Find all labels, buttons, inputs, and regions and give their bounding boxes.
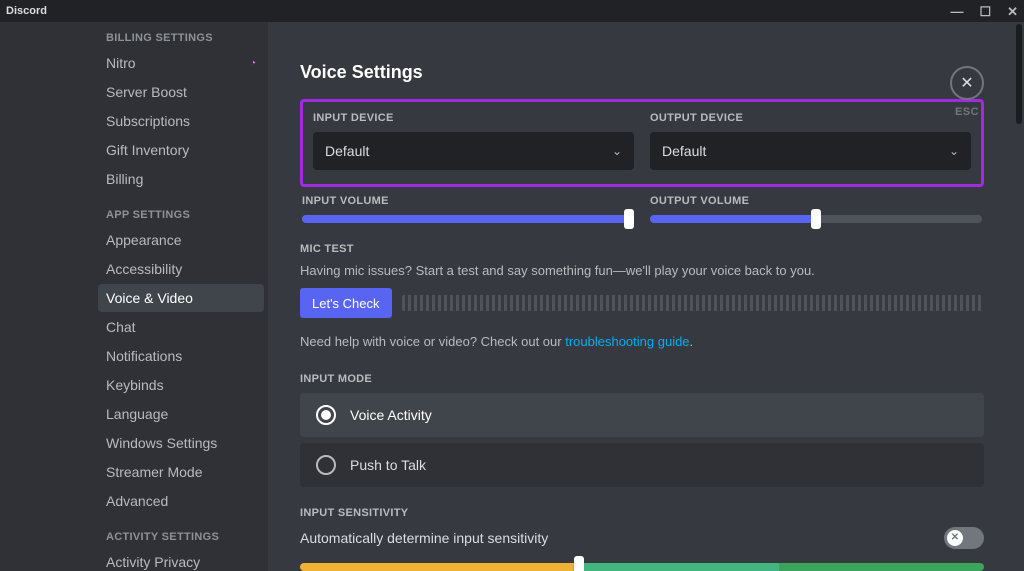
chevron-down-icon: ⌄ xyxy=(612,144,622,158)
device-highlight-box: INPUT DEVICE Default ⌄ OUTPUT DEVICE Def… xyxy=(300,99,984,187)
input-volume-slider[interactable] xyxy=(302,215,634,223)
mic-test-button[interactable]: Let's Check xyxy=(300,288,392,318)
input-mode-push-to-talk[interactable]: Push to Talk xyxy=(300,443,984,487)
sidebar-header-activity: ACTIVITY SETTINGS xyxy=(98,525,268,547)
sidebar-item-label: Server Boost xyxy=(106,84,187,100)
sidebar-item-subscriptions[interactable]: Subscriptions xyxy=(98,107,264,135)
titlebar-controls: — ☐ ✕ xyxy=(950,5,1018,18)
sidebar-item-language[interactable]: Language xyxy=(98,400,264,428)
scrollbar[interactable] xyxy=(1016,24,1022,124)
nitro-badge-icon: ◔ xyxy=(250,58,256,69)
sidebar-item-appearance[interactable]: Appearance xyxy=(98,226,264,254)
sidebar-item-label: Keybinds xyxy=(106,377,164,393)
page-title: Voice Settings xyxy=(300,62,984,83)
maximize-icon[interactable]: ☐ xyxy=(979,5,991,18)
sidebar-header-app: APP SETTINGS xyxy=(98,203,268,225)
sidebar-item-nitro[interactable]: Nitro ◔ xyxy=(98,49,264,77)
output-volume-label: OUTPUT VOLUME xyxy=(650,195,982,207)
input-device-label: INPUT DEVICE xyxy=(313,112,634,124)
radio-unselected-icon xyxy=(316,455,336,475)
toggle-knob: ✕ xyxy=(947,530,963,546)
input-volume-label: INPUT VOLUME xyxy=(302,195,634,207)
sidebar-item-chat[interactable]: Chat xyxy=(98,313,264,341)
sidebar-item-gift-inventory[interactable]: Gift Inventory xyxy=(98,136,264,164)
sidebar-item-accessibility[interactable]: Accessibility xyxy=(98,255,264,283)
chevron-down-icon: ⌄ xyxy=(949,144,959,158)
sidebar-item-label: Accessibility xyxy=(106,261,182,277)
sidebar-item-label: Notifications xyxy=(106,348,182,364)
sidebar-item-label: Language xyxy=(106,406,168,422)
sidebar-item-label: Gift Inventory xyxy=(106,142,189,158)
sidebar-header-billing: BILLING SETTINGS xyxy=(98,26,268,48)
sidebar-item-label: Activity Privacy xyxy=(106,554,200,570)
mic-test-description: Having mic issues? Start a test and say … xyxy=(300,263,984,278)
sidebar-item-notifications[interactable]: Notifications xyxy=(98,342,264,370)
close-icon[interactable]: ✕ xyxy=(1007,5,1018,18)
input-mode-label: INPUT MODE xyxy=(300,373,984,385)
help-text: Need help with voice or video? Check out… xyxy=(300,334,984,349)
output-volume-slider[interactable] xyxy=(650,215,982,223)
sidebar-item-label: Streamer Mode xyxy=(106,464,202,480)
close-settings-button[interactable]: ✕ xyxy=(950,66,984,100)
content: Voice Settings ✕ ESC INPUT DEVICE Defaul… xyxy=(268,22,1024,571)
input-device-select[interactable]: Default ⌄ xyxy=(313,132,634,170)
output-device-select[interactable]: Default ⌄ xyxy=(650,132,971,170)
sidebar-item-billing[interactable]: Billing xyxy=(98,165,264,193)
sidebar-item-label: Billing xyxy=(106,171,143,187)
mode-label: Voice Activity xyxy=(350,407,432,423)
radio-selected-icon xyxy=(316,405,336,425)
esc-label: ESC xyxy=(950,106,984,118)
mic-level-meter xyxy=(402,295,984,311)
sidebar-item-label: Appearance xyxy=(106,232,182,248)
slider-thumb[interactable] xyxy=(624,209,634,229)
sidebar-item-windows-settings[interactable]: Windows Settings xyxy=(98,429,264,457)
troubleshooting-link[interactable]: troubleshooting guide xyxy=(565,334,689,349)
sidebar-item-server-boost[interactable]: Server Boost xyxy=(98,78,264,106)
sidebar-item-voice-video[interactable]: Voice & Video xyxy=(98,284,264,312)
sidebar-item-label: Voice & Video xyxy=(106,290,193,306)
sidebar-item-label: Windows Settings xyxy=(106,435,217,451)
mic-test-label: MIC TEST xyxy=(300,243,984,255)
output-device-label: OUTPUT DEVICE xyxy=(650,112,971,124)
input-sensitivity-label: INPUT SENSITIVITY xyxy=(300,507,984,519)
sidebar-item-advanced[interactable]: Advanced xyxy=(98,487,264,515)
slider-thumb[interactable] xyxy=(811,209,821,229)
minimize-icon[interactable]: — xyxy=(950,5,963,18)
x-icon: ✕ xyxy=(951,533,959,543)
sidebar-item-label: Advanced xyxy=(106,493,168,509)
app-name: Discord xyxy=(6,5,47,17)
sidebar-item-keybinds[interactable]: Keybinds xyxy=(98,371,264,399)
sidebar-item-label: Nitro xyxy=(106,55,136,71)
input-device-value: Default xyxy=(325,143,369,159)
sidebar-item-label: Chat xyxy=(106,319,136,335)
sidebar: BILLING SETTINGS Nitro ◔ Server Boost Su… xyxy=(98,22,268,571)
sensitivity-slider[interactable] xyxy=(300,563,984,571)
auto-sensitivity-toggle[interactable]: ✕ xyxy=(944,527,984,549)
auto-sensitivity-label: Automatically determine input sensitivit… xyxy=(300,530,548,546)
output-device-value: Default xyxy=(662,143,706,159)
sidebar-gutter xyxy=(0,22,98,571)
sidebar-item-label: Subscriptions xyxy=(106,113,190,129)
sidebar-item-activity-privacy[interactable]: Activity Privacy xyxy=(98,548,264,571)
mode-label: Push to Talk xyxy=(350,457,426,473)
titlebar: Discord — ☐ ✕ xyxy=(0,0,1024,22)
slider-thumb[interactable] xyxy=(574,556,584,571)
close-icon: ✕ xyxy=(960,73,973,93)
input-mode-voice-activity[interactable]: Voice Activity xyxy=(300,393,984,437)
sidebar-item-streamer-mode[interactable]: Streamer Mode xyxy=(98,458,264,486)
